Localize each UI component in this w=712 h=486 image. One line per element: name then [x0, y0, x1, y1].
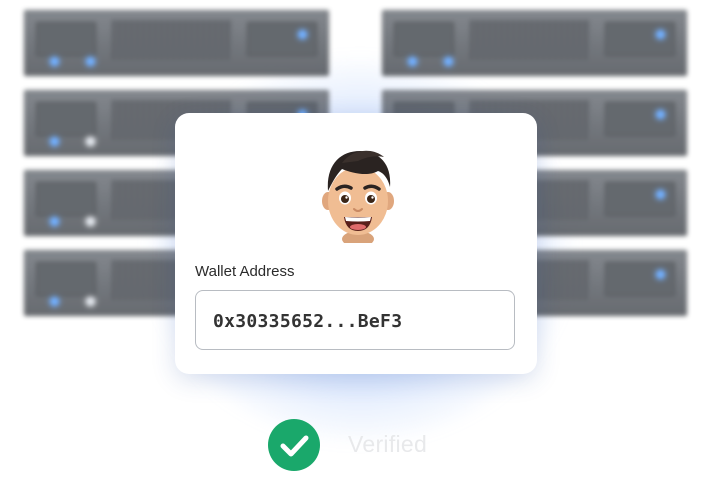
wallet-card: Wallet Address 0x30335652...BeF3 — [175, 113, 537, 374]
wallet-address-value: 0x30335652...BeF3 — [213, 311, 403, 332]
server-unit — [382, 10, 687, 76]
verification-scene: Wallet Address 0x30335652...BeF3 Verifie… — [0, 0, 712, 486]
check-icon — [280, 435, 309, 457]
verified-badge — [268, 419, 320, 471]
wallet-address-label: Wallet Address — [195, 263, 295, 280]
verified-status-text: Verified — [348, 431, 428, 457]
server-unit — [24, 10, 329, 76]
wallet-address-field[interactable]: 0x30335652...BeF3 — [195, 290, 515, 350]
memoji-avatar-icon — [322, 150, 394, 243]
